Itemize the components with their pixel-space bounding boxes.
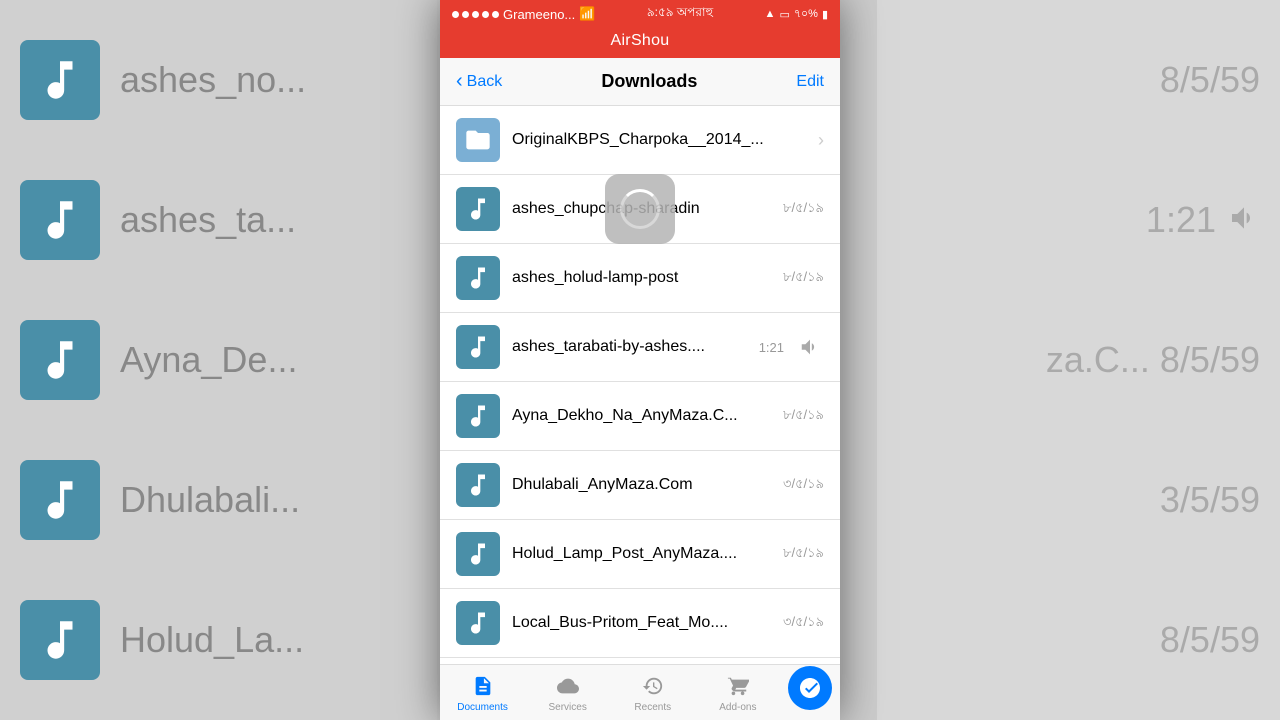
list-item[interactable]: ashes_tarabati-by-ashes.... 1:21 bbox=[440, 313, 840, 382]
music-file-icon bbox=[456, 325, 500, 369]
list-item[interactable]: ashes_chupchap-sharadin ৮/৫/১৯ bbox=[440, 175, 840, 244]
list-item[interactable]: Local_Bus-Pritom_Feat_Mo.... ৩/৫/১৯ bbox=[440, 589, 840, 658]
signal-dots bbox=[452, 11, 499, 18]
list-item[interactable]: OriginalKBPS_Charpoka__2014_... › bbox=[440, 106, 840, 175]
file-name: Local_Bus-Pritom_Feat_Mo.... bbox=[512, 614, 728, 631]
list-item[interactable]: Ayna_Dekho_Na_AnyMaza.C... ৮/৫/১৯ bbox=[440, 382, 840, 451]
file-info: Holud_Lamp_Post_AnyMaza.... bbox=[512, 545, 771, 563]
folder-icon bbox=[456, 118, 500, 162]
music-file-icon bbox=[456, 187, 500, 231]
file-list: OriginalKBPS_Charpoka__2014_... › ashes_… bbox=[440, 106, 840, 664]
file-info: ashes_chupchap-sharadin bbox=[512, 200, 771, 218]
tab-services[interactable]: Services bbox=[525, 665, 610, 720]
tab-bar: Documents Services Recents Add-ons bbox=[440, 664, 840, 720]
addons-icon bbox=[725, 673, 751, 699]
music-file-icon bbox=[456, 463, 500, 507]
signal-dot-2 bbox=[462, 11, 469, 18]
carrier-label: Grameeno... bbox=[503, 7, 575, 22]
list-item[interactable]: Noyon_Shobar_Noyon(sumir... ৩/৫/১৯ bbox=[440, 658, 840, 664]
bg-right: 8/5/59 1:21 za.C... 8/5/59 3/5/59 8/5/59 bbox=[877, 0, 1280, 720]
time-display: ৯:৫৯ অপরাহু bbox=[647, 4, 713, 24]
signal-dot-3 bbox=[472, 11, 479, 18]
battery-label: ৭০% bbox=[794, 5, 818, 24]
recents-icon bbox=[640, 673, 666, 699]
signal-dot-5 bbox=[492, 11, 499, 18]
app-name: AirShou bbox=[610, 32, 669, 49]
back-chevron-icon: ‹ bbox=[456, 71, 463, 91]
wifi-icon: 📶 bbox=[579, 6, 595, 22]
status-left: Grameeno... 📶 bbox=[452, 6, 595, 22]
chevron-right-icon: › bbox=[818, 130, 824, 151]
file-name: ashes_holud-lamp-post bbox=[512, 269, 678, 286]
tab-recents[interactable]: Recents bbox=[610, 665, 695, 720]
signal-dot-4 bbox=[482, 11, 489, 18]
file-name: Ayna_Dekho_Na_AnyMaza.C... bbox=[512, 407, 738, 424]
phone-overlay: Grameeno... 📶 ৯:৫৯ অপরাহু ▲ ▭ ৭০% ▮ AirS… bbox=[440, 0, 840, 720]
list-item[interactable]: ashes_holud-lamp-post ৮/৫/১৯ bbox=[440, 244, 840, 313]
signal-dot-1 bbox=[452, 11, 459, 18]
file-info: Ayna_Dekho_Na_AnyMaza.C... bbox=[512, 407, 771, 425]
file-name: Dhulabali_AnyMaza.Com bbox=[512, 476, 693, 493]
app-title-bar: AirShou bbox=[440, 28, 840, 58]
file-info: ashes_tarabati-by-ashes.... bbox=[512, 338, 747, 356]
file-meta: ৮/৫/১৯ bbox=[783, 406, 824, 427]
music-file-icon bbox=[456, 394, 500, 438]
tab-documents-label: Documents bbox=[457, 702, 508, 713]
list-item[interactable]: Holud_Lamp_Post_AnyMaza.... ৮/৫/১৯ bbox=[440, 520, 840, 589]
file-meta: ৮/৫/১৯ bbox=[783, 544, 824, 565]
tab-addons-label: Add-ons bbox=[719, 702, 756, 713]
file-info: ashes_holud-lamp-post bbox=[512, 269, 771, 287]
tab-recents-label: Recents bbox=[634, 702, 671, 713]
tab-extra-action[interactable] bbox=[780, 665, 840, 720]
file-info: Local_Bus-Pritom_Feat_Mo.... bbox=[512, 614, 771, 632]
file-meta: ৮/৫/১৯ bbox=[783, 199, 824, 220]
volume-icon bbox=[796, 333, 824, 361]
compass-button[interactable] bbox=[788, 666, 832, 710]
file-meta: ৩/৫/১৯ bbox=[783, 613, 824, 634]
music-file-icon bbox=[456, 532, 500, 576]
file-name: ashes_tarabati-by-ashes.... bbox=[512, 338, 705, 355]
tab-documents[interactable]: Documents bbox=[440, 665, 525, 720]
battery-icon: ▮ bbox=[822, 8, 828, 21]
edit-button[interactable]: Edit bbox=[796, 73, 824, 91]
gps-icon: ▲ bbox=[765, 8, 776, 20]
list-item[interactable]: Dhulabali_AnyMaza.Com ৩/৫/১৯ bbox=[440, 451, 840, 520]
file-meta: ৮/৫/১৯ bbox=[783, 268, 824, 289]
file-info: OriginalKBPS_Charpoka__2014_... bbox=[512, 131, 806, 149]
services-icon bbox=[555, 673, 581, 699]
file-info: Dhulabali_AnyMaza.Com bbox=[512, 476, 771, 494]
file-meta: ৩/৫/১৯ bbox=[783, 475, 824, 496]
file-name: OriginalKBPS_Charpoka__2014_... bbox=[512, 131, 764, 148]
file-name: ashes_chupchap-sharadin bbox=[512, 200, 700, 217]
nav-bar: ‹ Back Downloads Edit bbox=[440, 58, 840, 106]
bg-left: ashes_no... ashes_ta... Ayna_De... Dhula… bbox=[0, 0, 437, 720]
music-file-icon bbox=[456, 256, 500, 300]
nav-title: Downloads bbox=[601, 71, 697, 92]
screen-icon: ▭ bbox=[779, 8, 789, 21]
file-meta: 1:21 bbox=[759, 340, 784, 355]
documents-icon bbox=[470, 673, 496, 699]
back-button[interactable]: ‹ Back bbox=[456, 72, 502, 91]
tab-addons[interactable]: Add-ons bbox=[695, 665, 780, 720]
status-bar: Grameeno... 📶 ৯:৫৯ অপরাহু ▲ ▭ ৭০% ▮ bbox=[440, 0, 840, 28]
status-right: ▲ ▭ ৭০% ▮ bbox=[765, 5, 828, 24]
music-file-icon bbox=[456, 601, 500, 645]
file-name: Holud_Lamp_Post_AnyMaza.... bbox=[512, 545, 737, 562]
back-label: Back bbox=[467, 73, 503, 91]
tab-services-label: Services bbox=[548, 702, 586, 713]
